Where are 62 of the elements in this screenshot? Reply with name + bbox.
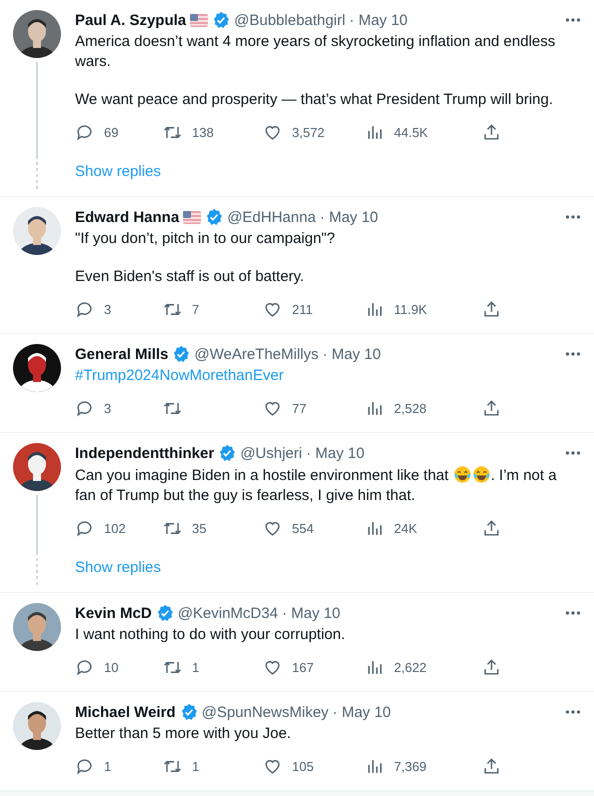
author-name[interactable]: General Mills <box>75 346 168 362</box>
tweet-date[interactable]: · May 10 <box>282 604 340 622</box>
author-name[interactable]: Paul A. Szypula <box>75 12 186 28</box>
tweet-date[interactable]: · May 10 <box>320 208 378 226</box>
reply-count: 1 <box>104 758 112 774</box>
reply-icon[interactable] <box>75 398 94 418</box>
retweet-count: 1 <box>192 758 200 774</box>
user-handle[interactable]: @EdHHanna <box>227 208 316 226</box>
reply-count: 3 <box>104 302 112 316</box>
share-icon[interactable] <box>482 518 501 538</box>
reply-icon[interactable] <box>75 300 94 318</box>
tweet-text: "If you don’t, pitch in to our campaign"? <box>75 229 336 249</box>
author-name[interactable]: Michael Weird <box>75 704 176 720</box>
like-count: 77 <box>292 400 306 416</box>
tweet-date[interactable]: · May 10 <box>332 704 391 720</box>
reply-icon[interactable] <box>75 756 94 776</box>
share-icon[interactable] <box>482 398 501 418</box>
retweet-count: 35 <box>192 520 206 536</box>
share-icon[interactable] <box>482 658 501 676</box>
author-name[interactable]: Edward Hanna <box>75 208 180 226</box>
retweet-count: 1 <box>192 660 200 674</box>
laughing-face-icon <box>472 465 491 484</box>
retweet-count: 138 <box>192 124 214 140</box>
tweet-text: America doesn’t want 4 more years of skyrocketing inflation and endless wars. <box>75 32 556 72</box>
view-count: 24K <box>394 520 418 536</box>
like-count: 211 <box>292 302 313 316</box>
laughing-face-icon <box>452 465 472 484</box>
retweet-count: 7 <box>192 302 200 316</box>
reply-count: 10 <box>104 660 118 674</box>
like-count: 105 <box>292 758 314 774</box>
tweet-date[interactable]: · May 10 <box>322 346 381 362</box>
tweet-date[interactable]: · May 10 <box>306 444 364 462</box>
view-count: 44.5K <box>394 124 428 140</box>
author-name[interactable]: Kevin McD <box>75 604 152 622</box>
user-handle[interactable]: @WeAreTheMillys <box>194 346 319 362</box>
reply-icon[interactable] <box>75 658 94 676</box>
tweet-text: We want peace and prosperity — that’s what President Trump will bring. <box>75 90 554 110</box>
reply-count: 102 <box>104 520 126 536</box>
tweet-text: Better than 5 more with you Joe. <box>75 724 292 744</box>
user-handle[interactable]: @Bubblebathgirl <box>234 12 346 28</box>
reply-icon[interactable] <box>75 122 94 142</box>
reply-count: 3 <box>104 400 112 416</box>
view-count: 7,369 <box>394 758 427 774</box>
tweet-text: Even Biden's staff is out of battery. <box>75 267 306 287</box>
user-handle[interactable]: @SpunNewsMikey <box>202 704 329 720</box>
reply-icon[interactable] <box>75 518 94 538</box>
view-count: 2,622 <box>394 660 427 674</box>
like-count: 3,572 <box>292 124 325 140</box>
like-count: 167 <box>292 660 314 674</box>
like-count: 554 <box>292 520 314 536</box>
view-count: 11.9K <box>394 302 428 316</box>
user-handle[interactable]: @KevinMcD34 <box>178 604 278 622</box>
author-name[interactable]: Independentthinker <box>75 444 214 462</box>
share-icon[interactable] <box>482 756 501 776</box>
view-count: 2,528 <box>394 400 427 416</box>
tweet-text: Can you imagine Biden in a hostile environment like that . I’m not a fan of Trump but the guy is fearless, I give him that. <box>75 465 558 506</box>
share-icon[interactable] <box>482 300 501 318</box>
tweet-date[interactable]: · May 10 <box>349 12 408 28</box>
tweet-text: I want nothing to do with your corruption. <box>75 625 346 645</box>
share-icon[interactable] <box>482 122 501 142</box>
user-handle[interactable]: @Ushjeri <box>240 444 302 462</box>
reply-count: 69 <box>104 124 118 140</box>
